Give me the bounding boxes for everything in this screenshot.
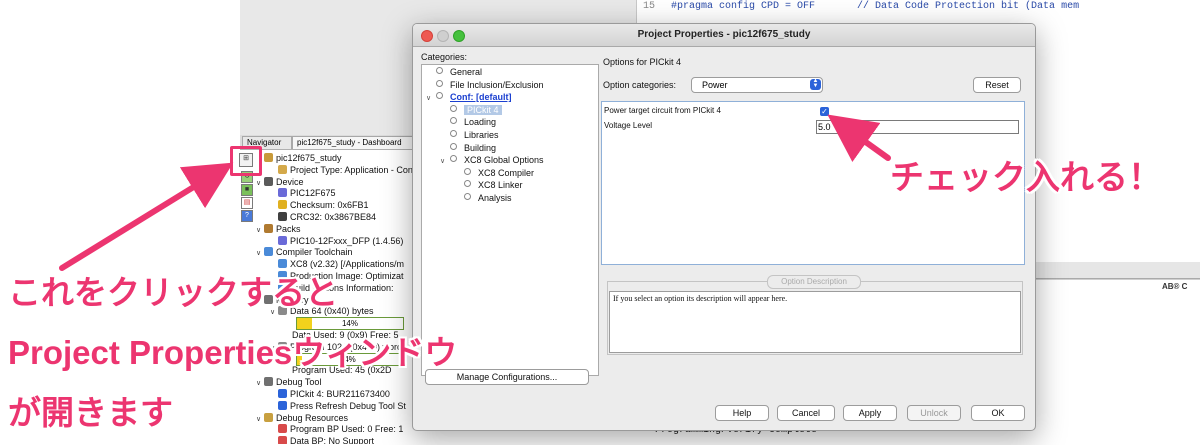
- annotation-arrows: [59, 114, 891, 271]
- annotation-click-note-1: これをクリックすると: [8, 274, 338, 311]
- arrow-to-toolbar-icon: [59, 162, 234, 271]
- arrow-to-checkbox: [827, 114, 891, 162]
- annotation-click-note-2: Project Propertiesウィンドウ: [8, 334, 458, 371]
- annotation-click-note-3: が開きます: [8, 394, 173, 431]
- annotation-check-note: チェック入れる！: [890, 159, 1162, 197]
